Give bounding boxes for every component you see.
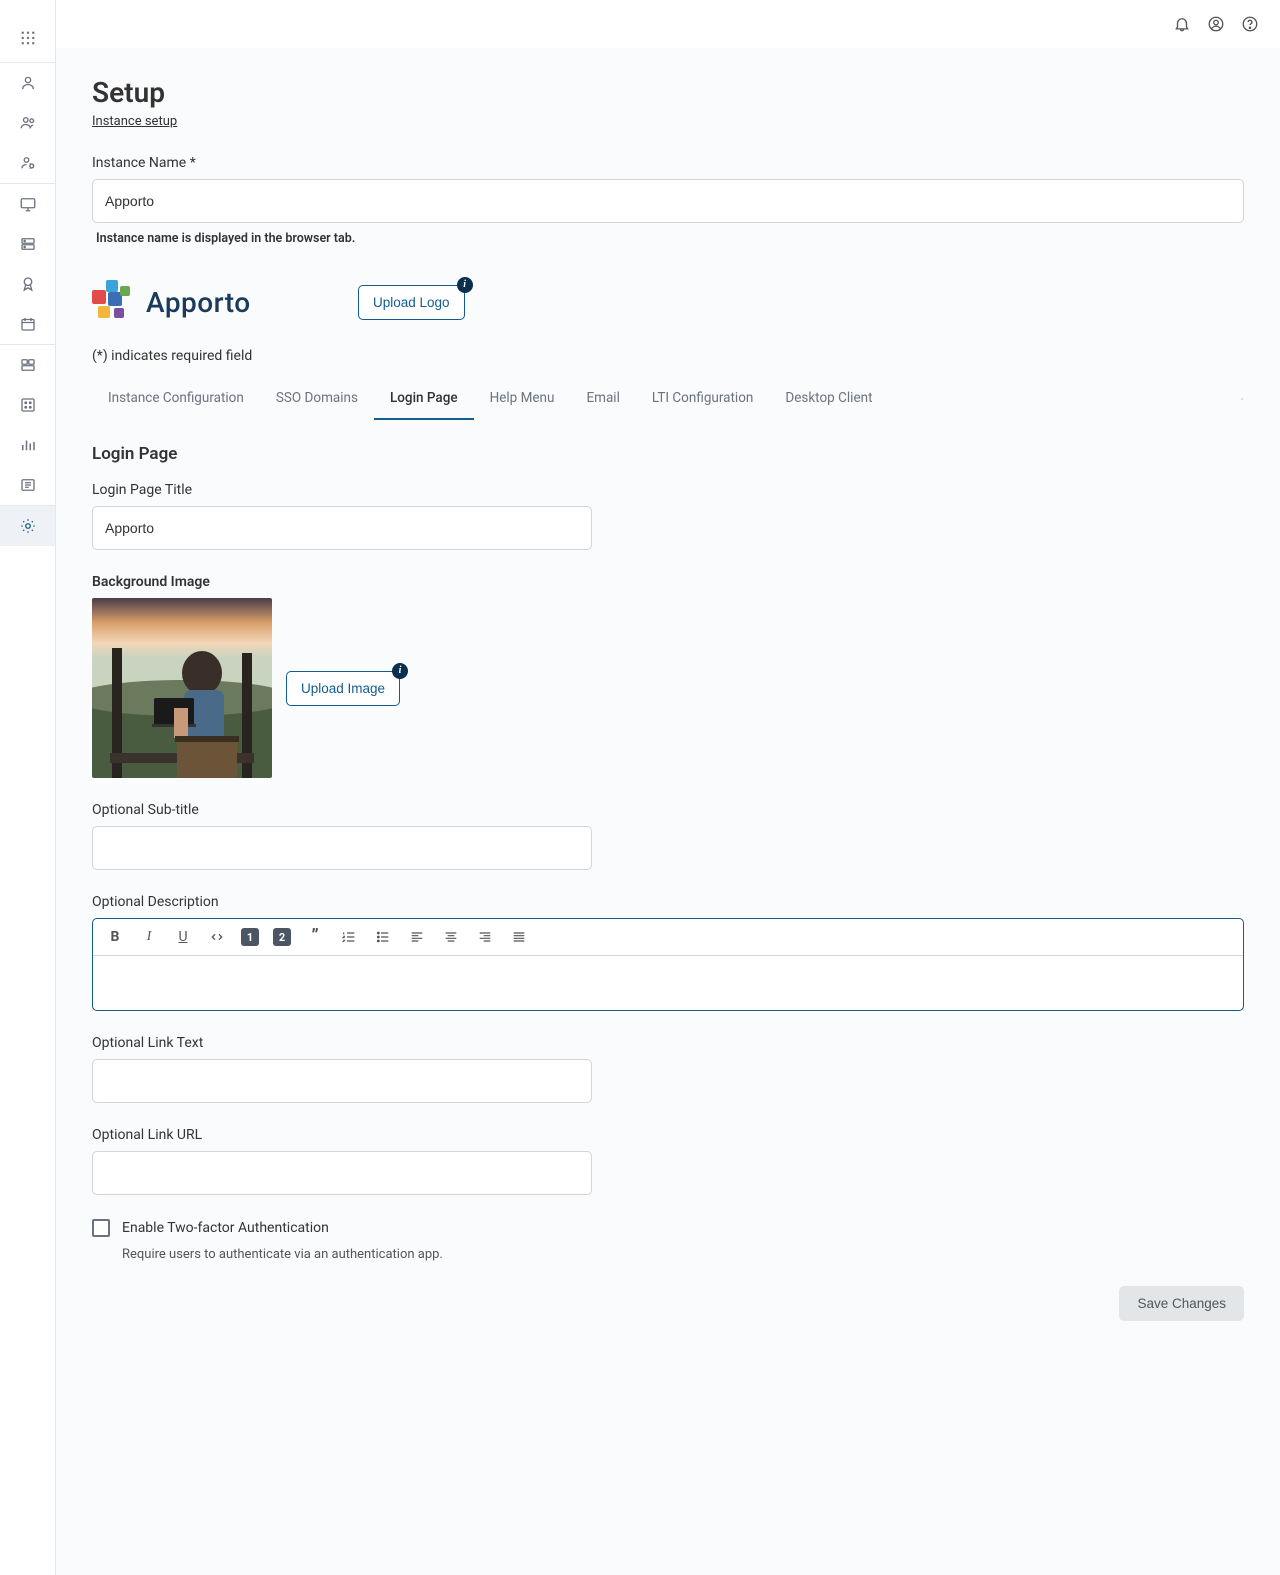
- logo-brand-text: Apporto: [146, 286, 251, 319]
- link-text-input[interactable]: [92, 1059, 592, 1103]
- link-text-label: Optional Link Text: [92, 1035, 1244, 1051]
- bg-image-label: Background Image: [92, 574, 1244, 590]
- tab-email[interactable]: Email: [570, 378, 635, 420]
- tabs-scroll-right-icon[interactable]: [1220, 387, 1244, 411]
- tab-lti-configuration[interactable]: LTI Configuration: [636, 378, 770, 420]
- rte-underline-icon[interactable]: U: [173, 927, 193, 947]
- notifications-icon[interactable]: [1170, 12, 1194, 36]
- link-url-label: Optional Link URL: [92, 1127, 1244, 1143]
- sidebar-item-list[interactable]: [0, 465, 55, 505]
- sidebar-item-settings[interactable]: [0, 506, 55, 546]
- login-title-input[interactable]: [92, 506, 592, 550]
- twofa-label: Enable Two-factor Authentication: [122, 1220, 329, 1236]
- sidebar-item-analytics[interactable]: [0, 425, 55, 465]
- description-editor: B I U 1 2 ”: [92, 918, 1244, 1011]
- account-icon[interactable]: [1204, 12, 1228, 36]
- rte-align-justify-icon[interactable]: [509, 927, 529, 947]
- page-title: Setup: [92, 76, 1244, 109]
- login-page-heading: Login Page: [92, 444, 1244, 464]
- sidebar-item-users[interactable]: [0, 103, 55, 143]
- required-note: (*) indicates required field: [92, 348, 1244, 364]
- description-textarea[interactable]: [93, 956, 1243, 1010]
- sidebar-item-server[interactable]: [0, 224, 55, 264]
- sidebar-item-monitor[interactable]: [0, 184, 55, 224]
- rte-h1-icon[interactable]: 1: [241, 928, 259, 946]
- rte-italic-icon[interactable]: I: [139, 927, 159, 947]
- rte-align-right-icon[interactable]: [475, 927, 495, 947]
- sidebar-item-user[interactable]: [0, 63, 55, 103]
- sidebar-item-layout[interactable]: [0, 345, 55, 385]
- help-icon[interactable]: [1238, 12, 1262, 36]
- description-label: Optional Description: [92, 894, 1244, 910]
- login-title-label: Login Page Title: [92, 482, 1244, 498]
- rte-align-left-icon[interactable]: [407, 927, 427, 947]
- save-changes-button[interactable]: Save Changes: [1119, 1286, 1244, 1321]
- upload-logo-button[interactable]: Upload Logo: [358, 285, 465, 320]
- instance-name-helper: Instance name is displayed in the browse…: [92, 231, 1244, 246]
- twofa-help: Require users to authenticate via an aut…: [92, 1247, 1244, 1262]
- rte-unordered-list-icon[interactable]: [373, 927, 393, 947]
- instance-name-input[interactable]: [92, 179, 1244, 223]
- logo-preview: Apporto: [92, 274, 340, 330]
- tabs: Instance ConfigurationSSO DomainsLogin P…: [92, 378, 1244, 420]
- upload-bg-info-icon[interactable]: i: [392, 663, 408, 679]
- sidebar-item-award[interactable]: [0, 264, 55, 304]
- apps-menu-icon[interactable]: [0, 18, 55, 58]
- subtitle-input[interactable]: [92, 826, 592, 870]
- rte-ordered-list-icon[interactable]: [339, 927, 359, 947]
- tab-instance-configuration[interactable]: Instance Configuration: [92, 378, 260, 420]
- rte-h2-icon[interactable]: 2: [273, 928, 291, 946]
- subtitle-label: Optional Sub-title: [92, 802, 1244, 818]
- rte-quote-icon[interactable]: ”: [305, 927, 325, 947]
- tab-help-menu[interactable]: Help Menu: [474, 378, 571, 420]
- sidebar-item-user-settings[interactable]: [0, 143, 55, 183]
- upload-logo-info-icon[interactable]: i: [457, 277, 473, 293]
- tab-login-page[interactable]: Login Page: [374, 378, 474, 420]
- tab-sso-domains[interactable]: SSO Domains: [260, 378, 374, 420]
- logo-mark-icon: [92, 280, 136, 324]
- twofa-checkbox[interactable]: [92, 1219, 110, 1237]
- link-url-input[interactable]: [92, 1151, 592, 1195]
- rte-bold-icon[interactable]: B: [105, 927, 125, 947]
- rte-align-center-icon[interactable]: [441, 927, 461, 947]
- topbar: [56, 0, 1280, 48]
- instance-name-label: Instance Name *: [92, 155, 1244, 171]
- upload-bg-button[interactable]: Upload Image: [286, 671, 400, 706]
- bg-image-preview: [92, 598, 272, 778]
- sidebar-item-grid[interactable]: [0, 385, 55, 425]
- sidebar-item-calendar[interactable]: [0, 304, 55, 344]
- sidebar: [0, 0, 56, 1575]
- rte-code-icon[interactable]: [207, 927, 227, 947]
- tab-desktop-client[interactable]: Desktop Client: [769, 378, 888, 420]
- instance-setup-link[interactable]: Instance setup: [92, 114, 177, 129]
